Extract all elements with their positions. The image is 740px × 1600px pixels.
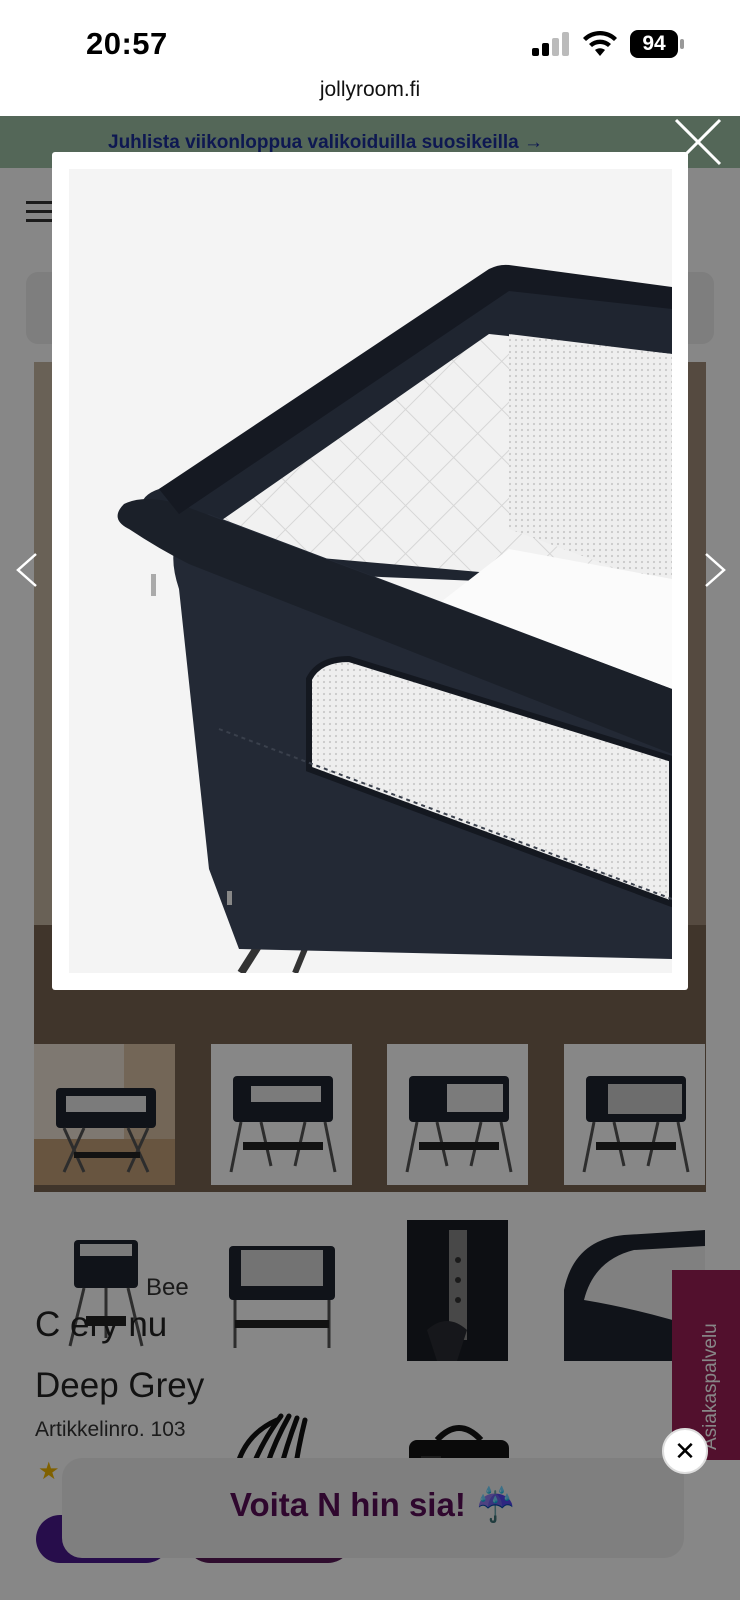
chevron-left-icon[interactable]	[12, 550, 42, 590]
status-time: 20:57	[86, 26, 168, 61]
lightbox-image[interactable]	[69, 169, 672, 973]
url-bar[interactable]: jollyroom.fi	[0, 78, 740, 102]
newsletter-close-button[interactable]: ✕	[662, 1428, 708, 1474]
cellular-signal-icon	[532, 32, 569, 56]
wifi-icon	[583, 30, 617, 56]
bassinet-closeup-illustration	[69, 169, 672, 973]
chevron-right-icon[interactable]	[700, 550, 730, 590]
battery-cap	[680, 39, 684, 49]
battery-icon: 94	[630, 30, 678, 58]
battery-level: 94	[642, 32, 666, 55]
